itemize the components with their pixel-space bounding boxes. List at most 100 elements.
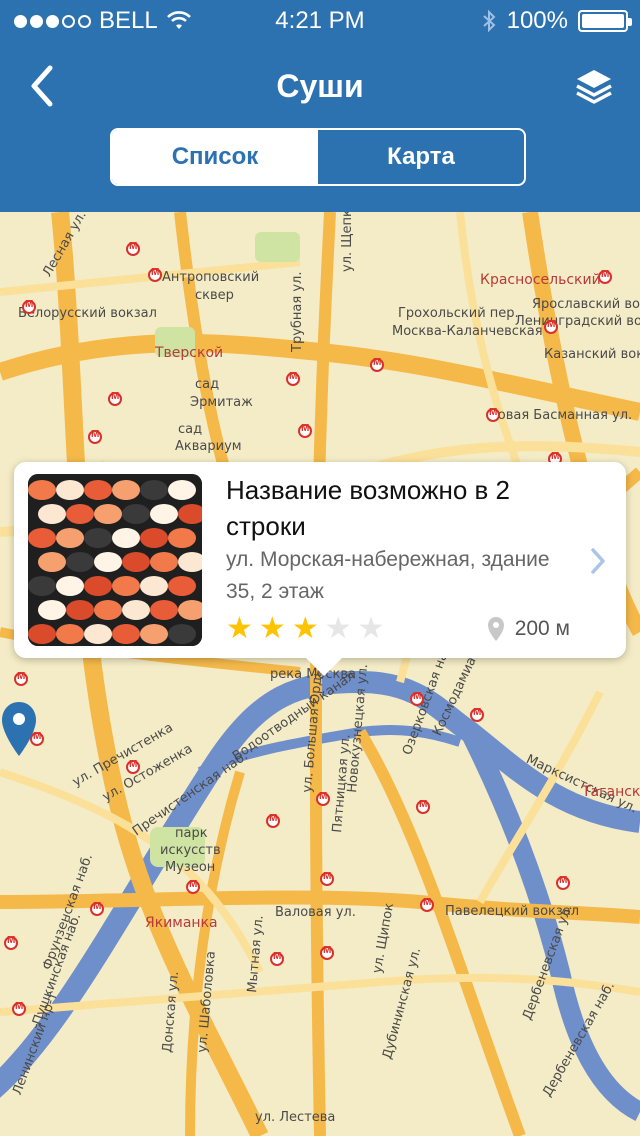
status-bar: BELL 4:21 PM 100% bbox=[0, 0, 640, 40]
chevron-right-icon[interactable] bbox=[588, 546, 608, 576]
segment-list[interactable]: Список bbox=[112, 130, 318, 184]
map-label: Красносельский bbox=[480, 272, 601, 288]
battery-percent: 100% bbox=[506, 7, 568, 34]
sushi-piece bbox=[56, 480, 84, 500]
sushi-piece bbox=[150, 504, 178, 524]
sushi-piece bbox=[84, 528, 112, 548]
metro-icon bbox=[186, 879, 200, 894]
metro-icon bbox=[286, 371, 300, 386]
map-label: искусств bbox=[160, 843, 221, 858]
metro-icon bbox=[126, 241, 140, 256]
sushi-piece bbox=[84, 480, 112, 500]
nav-bar: Суши bbox=[0, 50, 640, 120]
metro-icon bbox=[420, 897, 434, 912]
sushi-piece bbox=[66, 552, 94, 572]
metro-icon bbox=[598, 269, 612, 284]
sushi-piece bbox=[112, 528, 140, 548]
metro-icon bbox=[486, 407, 500, 422]
distance-value: 200 м bbox=[514, 617, 570, 640]
metro-icon bbox=[316, 791, 330, 806]
sushi-piece bbox=[56, 576, 84, 596]
sushi-piece bbox=[84, 576, 112, 596]
map-label: Антроповский bbox=[162, 270, 260, 285]
map-label: Ленинградский вокзал bbox=[515, 314, 640, 329]
map-label: ул. Лестева bbox=[255, 1110, 336, 1125]
map-label: Белорусский вокзал bbox=[18, 306, 157, 321]
metro-icon bbox=[4, 935, 18, 950]
sushi-piece bbox=[122, 552, 150, 572]
sushi-piece bbox=[28, 528, 56, 548]
map-label: сад bbox=[195, 377, 220, 392]
map-label: Якиманка bbox=[145, 915, 218, 931]
star-empty-icon: ★ bbox=[324, 612, 352, 645]
sushi-piece bbox=[168, 528, 196, 548]
metro-icon bbox=[90, 901, 104, 916]
metro-icon bbox=[126, 759, 140, 774]
sushi-piece bbox=[168, 480, 196, 500]
map-label: Новая Басманная ул. bbox=[488, 408, 633, 423]
header-bar: BELL 4:21 PM 100% Суши Список Карта bbox=[0, 0, 640, 212]
metro-icon bbox=[108, 391, 122, 406]
map-label: парк bbox=[175, 826, 208, 841]
sushi-piece bbox=[140, 528, 168, 548]
sushi-piece bbox=[168, 576, 196, 596]
map-label: Аквариум bbox=[175, 439, 242, 454]
metro-icon bbox=[14, 671, 28, 686]
metro-icon bbox=[410, 691, 424, 706]
map-label: Грохольский пер. bbox=[398, 306, 519, 321]
sushi-piece bbox=[122, 600, 150, 620]
map-label: Казанский вокзал bbox=[544, 347, 640, 362]
sushi-piece bbox=[38, 552, 66, 572]
sushi-piece bbox=[140, 624, 168, 644]
sushi-piece bbox=[112, 624, 140, 644]
sushi-piece bbox=[28, 624, 56, 644]
place-title: Название возможно в 2 строки bbox=[226, 475, 510, 541]
metro-icon bbox=[556, 875, 570, 890]
sushi-piece bbox=[112, 576, 140, 596]
metro-icon bbox=[298, 423, 312, 438]
location-pin-icon bbox=[487, 617, 504, 641]
metro-icon bbox=[544, 319, 558, 334]
location-marker[interactable] bbox=[0, 700, 38, 758]
metro-icon bbox=[148, 267, 162, 282]
sushi-piece bbox=[84, 624, 112, 644]
sushi-piece bbox=[94, 504, 122, 524]
metro-icon bbox=[320, 945, 334, 960]
map-label: Трубная ул. bbox=[290, 271, 305, 352]
sushi-piece bbox=[94, 600, 122, 620]
sushi-photo bbox=[28, 474, 202, 646]
sushi-piece bbox=[150, 600, 178, 620]
map-label: ул. Щепкина bbox=[340, 212, 355, 272]
sushi-piece bbox=[38, 504, 66, 524]
sushi-piece bbox=[150, 552, 178, 572]
layers-icon[interactable] bbox=[574, 66, 614, 106]
map-label: сад bbox=[178, 422, 203, 437]
rating-stars: ★ ★ ★ ★ ★ bbox=[226, 614, 385, 644]
sushi-piece bbox=[94, 552, 122, 572]
place-card[interactable]: Название возможно в 2 строки ул. Морская… bbox=[14, 462, 626, 676]
map-label: Тверской bbox=[155, 345, 224, 361]
segment-map[interactable]: Карта bbox=[318, 130, 524, 184]
map-label: Валовая ул. bbox=[275, 905, 356, 920]
sushi-piece bbox=[56, 624, 84, 644]
sushi-piece bbox=[28, 480, 56, 500]
metro-icon bbox=[370, 357, 384, 372]
star-filled-icon: ★ bbox=[226, 612, 253, 645]
sushi-piece bbox=[66, 600, 94, 620]
metro-icon bbox=[270, 951, 284, 966]
metro-icon bbox=[416, 799, 430, 814]
map-label: Таганский bbox=[582, 784, 640, 800]
sushi-piece bbox=[112, 480, 140, 500]
star-empty-icon: ★ bbox=[357, 612, 385, 645]
sushi-piece bbox=[66, 504, 94, 524]
metro-icon bbox=[320, 871, 334, 886]
star-filled-icon: ★ bbox=[258, 612, 286, 645]
page-title: Суши bbox=[276, 68, 364, 104]
map-label: сквер bbox=[195, 288, 234, 303]
distance: 200 м bbox=[487, 616, 570, 642]
sushi-piece bbox=[168, 624, 196, 644]
metro-icon bbox=[22, 299, 36, 314]
metro-icon bbox=[88, 429, 102, 444]
metro-icon bbox=[12, 1001, 26, 1016]
sushi-piece bbox=[140, 576, 168, 596]
